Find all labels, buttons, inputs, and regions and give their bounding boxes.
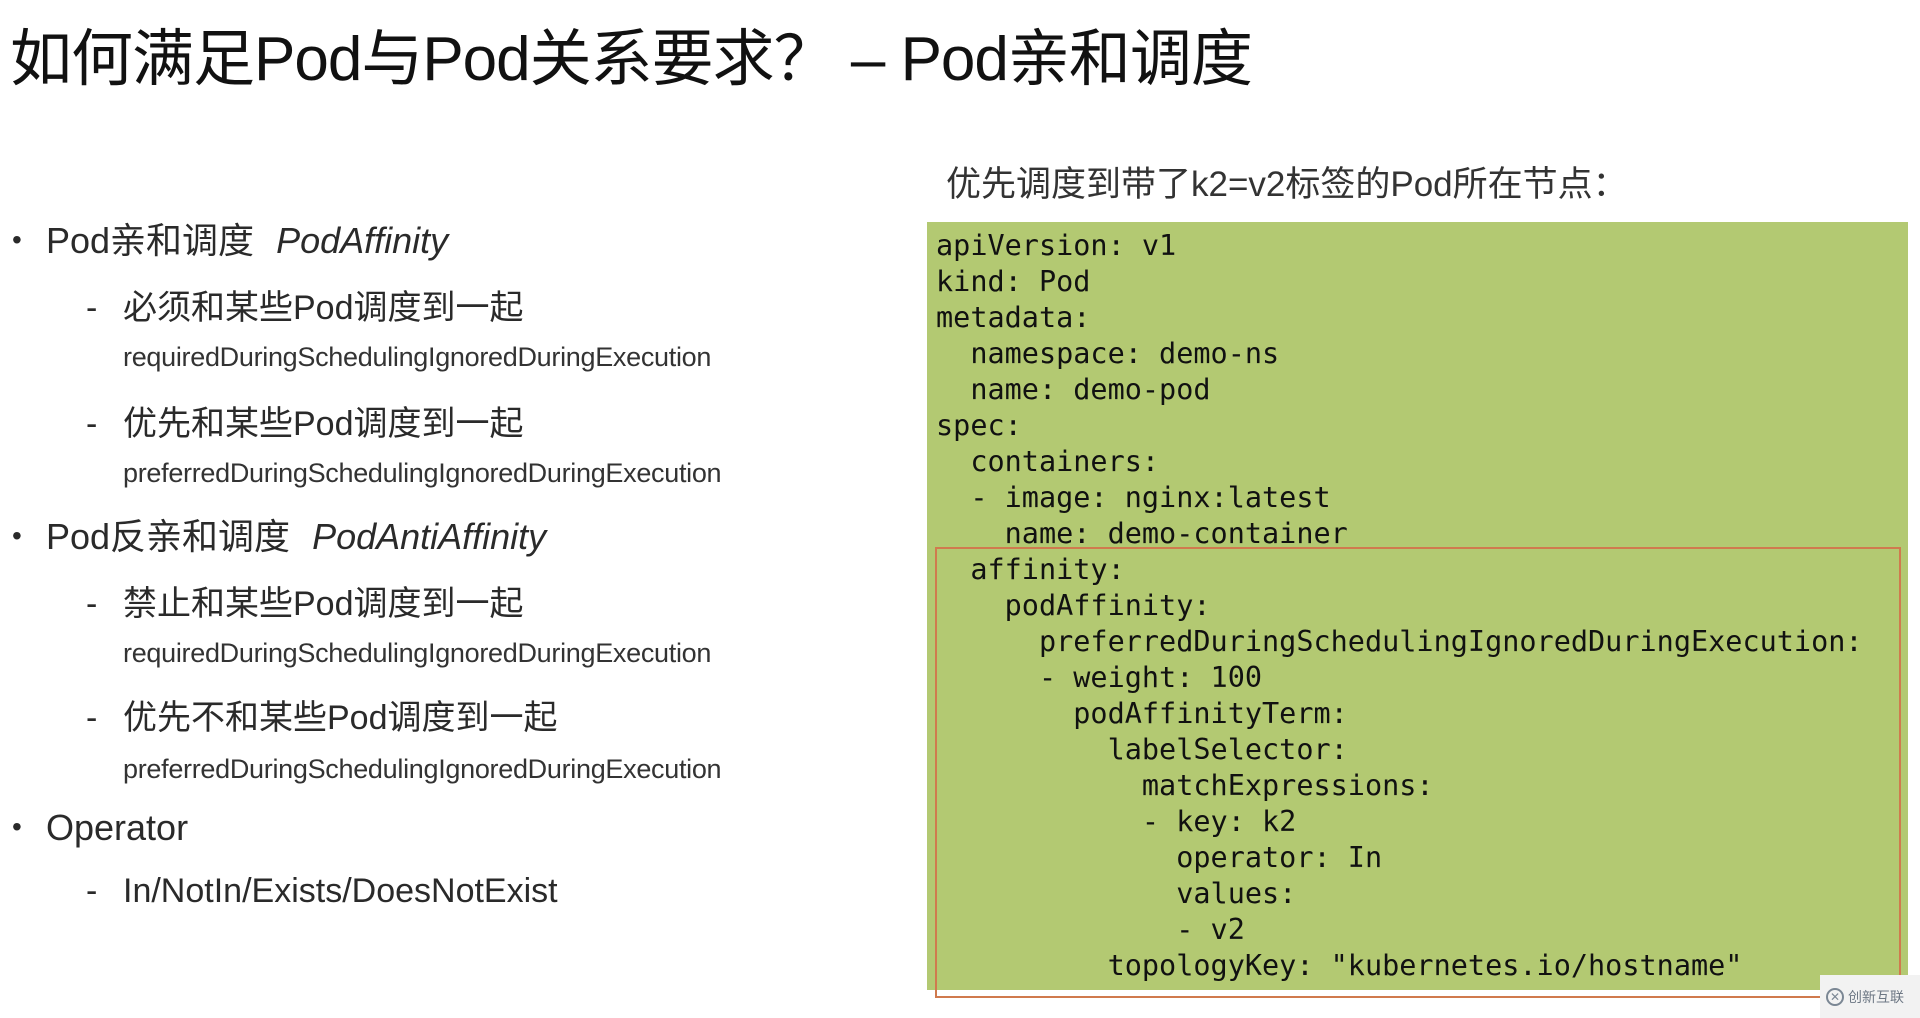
- sub-item-term: requiredDuringSchedulingIgnoredDuringExe…: [123, 638, 712, 668]
- bullet-label: Operator: [46, 807, 189, 848]
- dash-icon: -: [86, 585, 98, 623]
- yaml-line: metadata:: [936, 301, 1091, 334]
- sub-item-text: 禁止和某些Pod调度到一起: [123, 585, 524, 623]
- bullet-term: PodAntiAffinity: [312, 516, 547, 557]
- bullet-operator: • Operator: [12, 807, 188, 849]
- dash-icon: -: [86, 872, 98, 910]
- sub-item: - 必须和某些Pod调度到一起: [86, 280, 524, 329]
- sub-item: - 优先和某些Pod调度到一起: [86, 396, 524, 445]
- sub-item: - 禁止和某些Pod调度到一起: [86, 576, 524, 625]
- bullet-dot-icon: •: [12, 520, 22, 551]
- sub-item-term: preferredDuringSchedulingIgnoredDuringEx…: [123, 754, 722, 784]
- bullet-pod-anti-affinity: • Pod反亲和调度 PodAntiAffinity: [12, 508, 546, 560]
- yaml-line: spec:: [936, 409, 1022, 442]
- bullet-dot-icon: •: [12, 811, 22, 842]
- affinity-highlight-box: [935, 547, 1901, 998]
- dash-icon: -: [86, 699, 98, 737]
- yaml-line: namespace: demo-ns: [936, 337, 1280, 370]
- bullet-dot-icon: •: [12, 224, 22, 255]
- sub-item-text: In/NotIn/Exists/DoesNotExist: [123, 872, 558, 910]
- watermark-text: 创新互联: [1848, 988, 1904, 1005]
- sub-item-text: 优先和某些Pod调度到一起: [123, 405, 524, 443]
- slide-title: 如何满足Pod与Pod关系要求？ – Pod亲和调度: [10, 25, 1253, 94]
- yaml-line: name: demo-pod: [936, 373, 1211, 406]
- sub-item-text: 必须和某些Pod调度到一起: [123, 289, 524, 327]
- sub-item-term: preferredDuringSchedulingIgnoredDuringEx…: [123, 458, 722, 488]
- yaml-line: containers:: [936, 445, 1160, 478]
- sub-item: - In/NotIn/Exists/DoesNotExist: [86, 872, 558, 911]
- watermark: ✕ 创新互联: [1820, 975, 1920, 1018]
- bullet-pod-affinity: • Pod亲和调度 PodAffinity: [12, 212, 448, 264]
- dash-icon: -: [86, 405, 98, 443]
- bullet-label: Pod亲和调度: [46, 220, 255, 261]
- yaml-caption: 优先调度到带了k2=v2标签的Pod所在节点：: [946, 165, 1628, 204]
- yaml-line: kind: Pod: [936, 265, 1091, 298]
- bullet-term: PodAffinity: [276, 220, 449, 261]
- sub-item-term: requiredDuringSchedulingIgnoredDuringExe…: [123, 342, 712, 372]
- sub-item-text: 优先不和某些Pod调度到一起: [123, 699, 558, 737]
- yaml-line: apiVersion: v1: [936, 229, 1177, 262]
- bullet-label: Pod反亲和调度: [46, 516, 291, 557]
- sub-item: - 优先不和某些Pod调度到一起: [86, 690, 558, 739]
- watermark-logo-icon: ✕: [1826, 987, 1844, 1006]
- yaml-line: - image: nginx:latest: [936, 481, 1331, 514]
- dash-icon: -: [86, 289, 98, 327]
